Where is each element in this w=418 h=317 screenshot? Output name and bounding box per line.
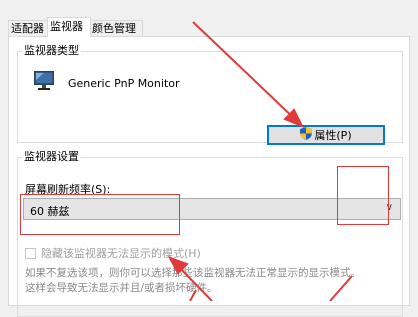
tab-color-management[interactable]: 颜色管理 (89, 20, 143, 36)
monitor-tab-panel: 监视器类型 Generic PnP Monitor 属性(P) 监视器设置 屏幕… (8, 36, 410, 317)
monitor-icon (32, 69, 56, 96)
monitor-type-group: 监视器类型 Generic PnP Monitor 属性(P) (17, 44, 403, 145)
hide-modes-description-line1: 如果不复选该项，则你可以选择那些该监视器无法正常显示的显示模式。 (25, 267, 361, 279)
tab-adapter[interactable]: 适配器 (8, 20, 50, 36)
refresh-rate-label: 屏幕刷新频率(S): (25, 183, 111, 196)
shield-icon (300, 127, 313, 143)
tab-monitor[interactable]: 监视器 (47, 17, 91, 37)
hide-modes-option[interactable]: 隐藏该监视器无法显示的模式(H) (25, 245, 201, 261)
monitor-type-title: 监视器类型 (22, 44, 81, 58)
refresh-rate-value: 60 赫兹 (30, 205, 70, 218)
monitor-settings-title: 监视器设置 (22, 150, 81, 164)
hide-modes-label: 隐藏该监视器无法显示的模式(H) (41, 247, 201, 260)
properties-button[interactable]: 属性(P) (267, 125, 385, 145)
monitor-name: Generic PnP Monitor (68, 77, 180, 90)
properties-button-label: 属性(P) (314, 129, 352, 142)
chevron-down-icon: ∨ (385, 202, 393, 213)
hide-modes-checkbox[interactable] (25, 247, 36, 259)
refresh-rate-select[interactable]: 60 赫兹 ∨ (23, 198, 401, 220)
hide-modes-description-line2: 这样会导致无法显示并且/或者损坏硬件。 (25, 282, 218, 294)
